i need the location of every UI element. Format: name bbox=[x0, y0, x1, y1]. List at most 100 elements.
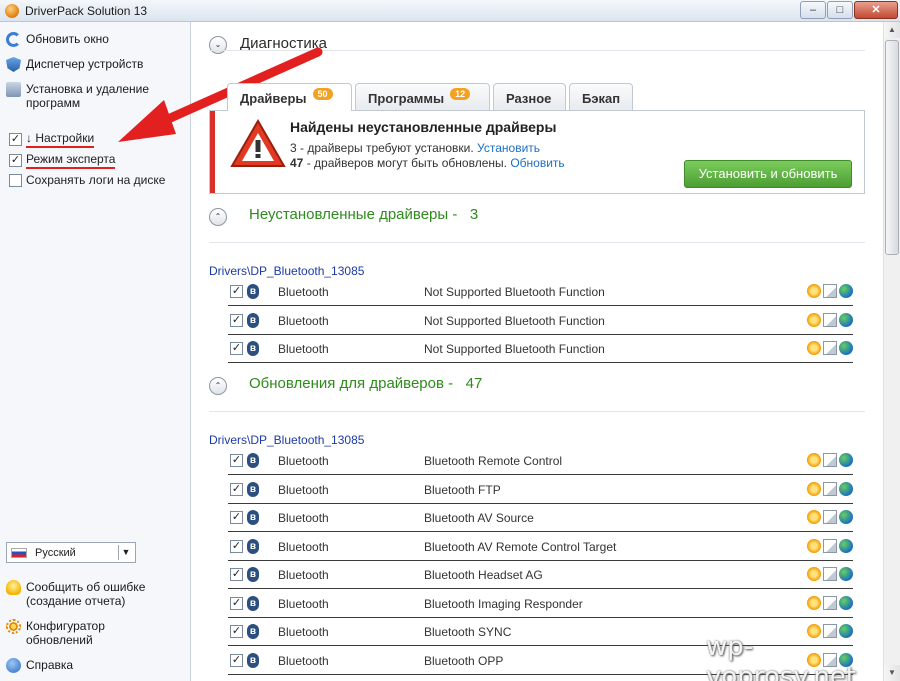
driver-name: Bluetooth OPP bbox=[424, 654, 504, 668]
driver-category: Bluetooth bbox=[278, 540, 329, 554]
sun-icon[interactable] bbox=[807, 539, 821, 553]
help-link[interactable]: Справка bbox=[6, 658, 73, 673]
update-link[interactable]: Обновить bbox=[510, 156, 564, 170]
alert-stripe bbox=[210, 111, 215, 193]
refresh-window-link[interactable]: Обновить окно bbox=[6, 32, 109, 47]
programs-link[interactable]: Установка и удаление программ bbox=[6, 82, 176, 110]
expert-mode-checkbox[interactable]: ✓ bbox=[9, 154, 22, 167]
driver-name: Bluetooth FTP bbox=[424, 483, 501, 497]
driver-row[interactable]: ✓ ʙ Bluetooth Bluetooth FTP bbox=[228, 476, 853, 504]
maximize-button[interactable]: □ bbox=[827, 1, 853, 19]
driver-row[interactable]: ✓ ʙ Bluetooth Not Supported Bluetooth Fu… bbox=[228, 335, 853, 363]
driver-group-path[interactable]: Drivers\DP_Bluetooth_13085 bbox=[209, 264, 364, 278]
bluetooth-icon: ʙ bbox=[247, 482, 259, 497]
globe-icon[interactable] bbox=[839, 510, 853, 524]
driver-row[interactable]: ✓ ʙ Bluetooth Not Supported Bluetooth Fu… bbox=[228, 307, 853, 335]
vertical-scrollbar[interactable]: ▲ ▼ bbox=[883, 22, 900, 681]
bluetooth-icon: ʙ bbox=[247, 596, 259, 611]
globe-icon[interactable] bbox=[839, 341, 853, 355]
report-bug-link[interactable]: Сообщить об ошибке (создание отчета) bbox=[6, 580, 176, 608]
document-icon[interactable] bbox=[823, 341, 837, 355]
settings-checkbox[interactable]: ✓ bbox=[9, 133, 22, 146]
sun-icon[interactable] bbox=[807, 482, 821, 496]
document-icon[interactable] bbox=[823, 596, 837, 610]
save-logs-checkbox[interactable] bbox=[9, 173, 22, 187]
globe-icon[interactable] bbox=[839, 313, 853, 327]
sun-icon[interactable] bbox=[807, 453, 821, 467]
sun-icon[interactable] bbox=[807, 313, 821, 327]
driver-checkbox[interactable]: ✓ bbox=[230, 625, 243, 638]
document-icon[interactable] bbox=[823, 313, 837, 327]
save-logs-option[interactable]: Сохранять логи на диске bbox=[9, 173, 165, 187]
device-manager-icon bbox=[6, 57, 21, 72]
driver-checkbox[interactable]: ✓ bbox=[230, 285, 243, 298]
tab-misc[interactable]: Разное bbox=[493, 83, 566, 110]
driver-row[interactable]: ✓ ʙ Bluetooth Bluetooth Imaging Responde… bbox=[228, 590, 853, 618]
driver-row[interactable]: ✓ ʙ Bluetooth Bluetooth Headset AG bbox=[228, 561, 853, 589]
driver-row[interactable]: ✓ ʙ Bluetooth Bluetooth AV Remote Contro… bbox=[228, 533, 853, 561]
driver-checkbox[interactable]: ✓ bbox=[230, 454, 243, 467]
bluetooth-icon: ʙ bbox=[247, 567, 259, 582]
driver-checkbox[interactable]: ✓ bbox=[230, 654, 243, 667]
minimize-button[interactable]: – bbox=[800, 1, 826, 19]
document-icon[interactable] bbox=[823, 284, 837, 298]
sun-icon[interactable] bbox=[807, 341, 821, 355]
driver-name: Bluetooth SYNC bbox=[424, 625, 512, 639]
document-icon[interactable] bbox=[823, 510, 837, 524]
driver-checkbox[interactable]: ✓ bbox=[230, 597, 243, 610]
language-select[interactable]: Русский ▼ bbox=[6, 542, 136, 563]
window-controls: – □ ✕ bbox=[800, 1, 898, 19]
update-configurator-link[interactable]: Конфигуратор обновлений bbox=[6, 619, 126, 647]
sun-icon[interactable] bbox=[807, 510, 821, 524]
globe-icon[interactable] bbox=[839, 284, 853, 298]
driver-checkbox[interactable]: ✓ bbox=[230, 342, 243, 355]
globe-icon[interactable] bbox=[839, 567, 853, 581]
sun-icon[interactable] bbox=[807, 596, 821, 610]
install-and-update-button[interactable]: Установить и обновить bbox=[684, 160, 852, 188]
divider bbox=[209, 242, 865, 243]
document-icon[interactable] bbox=[823, 453, 837, 467]
driver-row[interactable]: ✓ ʙ Bluetooth Not Supported Bluetooth Fu… bbox=[228, 278, 853, 306]
device-manager-link[interactable]: Диспетчер устройств bbox=[6, 57, 143, 72]
scroll-thumb[interactable] bbox=[885, 40, 899, 255]
driver-checkbox[interactable]: ✓ bbox=[230, 568, 243, 581]
diagnostics-collapse-button[interactable]: ⌄ bbox=[209, 36, 227, 54]
driver-name: Bluetooth AV Remote Control Target bbox=[424, 540, 617, 554]
main-content: ⌄ Диагностика Драйверы 50 Программы 12 Раз… bbox=[192, 22, 882, 681]
settings-option[interactable]: ✓ ↓ Настройки bbox=[9, 131, 95, 148]
missing-drivers-expand-button[interactable]: ⌃ bbox=[209, 208, 227, 226]
tab-drivers[interactable]: Драйверы 50 bbox=[227, 83, 352, 111]
save-logs-label: Сохранять логи на диске bbox=[26, 173, 166, 187]
missing-count: 3 bbox=[290, 141, 297, 155]
globe-icon[interactable] bbox=[839, 539, 853, 553]
driver-row[interactable]: ✓ ʙ Bluetooth Bluetooth AV Source bbox=[228, 504, 853, 532]
driver-category: Bluetooth bbox=[278, 625, 329, 639]
document-icon[interactable] bbox=[823, 539, 837, 553]
close-button[interactable]: ✕ bbox=[854, 1, 898, 19]
driver-checkbox[interactable]: ✓ bbox=[230, 314, 243, 327]
globe-icon[interactable] bbox=[839, 596, 853, 610]
globe-icon[interactable] bbox=[839, 482, 853, 496]
sun-icon[interactable] bbox=[807, 567, 821, 581]
tab-backup[interactable]: Бэкап bbox=[569, 83, 633, 110]
driver-updates-expand-button[interactable]: ⌃ bbox=[209, 377, 227, 395]
driver-checkbox[interactable]: ✓ bbox=[230, 483, 243, 496]
install-link[interactable]: Установить bbox=[477, 141, 540, 155]
programs-label: Установка и удаление программ bbox=[26, 82, 150, 110]
driver-row[interactable]: ✓ ʙ Bluetooth Bluetooth Remote Control bbox=[228, 447, 853, 475]
driver-group-path[interactable]: Drivers\DP_Bluetooth_13085 bbox=[209, 433, 364, 447]
scroll-up-arrow-icon[interactable]: ▲ bbox=[884, 22, 900, 38]
driver-checkbox[interactable]: ✓ bbox=[230, 511, 243, 524]
document-icon[interactable] bbox=[823, 482, 837, 496]
driver-category: Bluetooth bbox=[278, 314, 329, 328]
app-icon bbox=[5, 3, 19, 18]
globe-icon[interactable] bbox=[839, 453, 853, 467]
expert-mode-option[interactable]: ✓ Режим эксперта bbox=[9, 152, 116, 169]
driver-checkbox[interactable]: ✓ bbox=[230, 540, 243, 553]
driver-actions bbox=[807, 510, 853, 524]
document-icon[interactable] bbox=[823, 567, 837, 581]
driver-actions bbox=[807, 539, 853, 553]
chevron-down-icon[interactable]: ▼ bbox=[118, 545, 133, 560]
sun-icon[interactable] bbox=[807, 284, 821, 298]
tab-programs[interactable]: Программы 12 bbox=[355, 83, 490, 110]
